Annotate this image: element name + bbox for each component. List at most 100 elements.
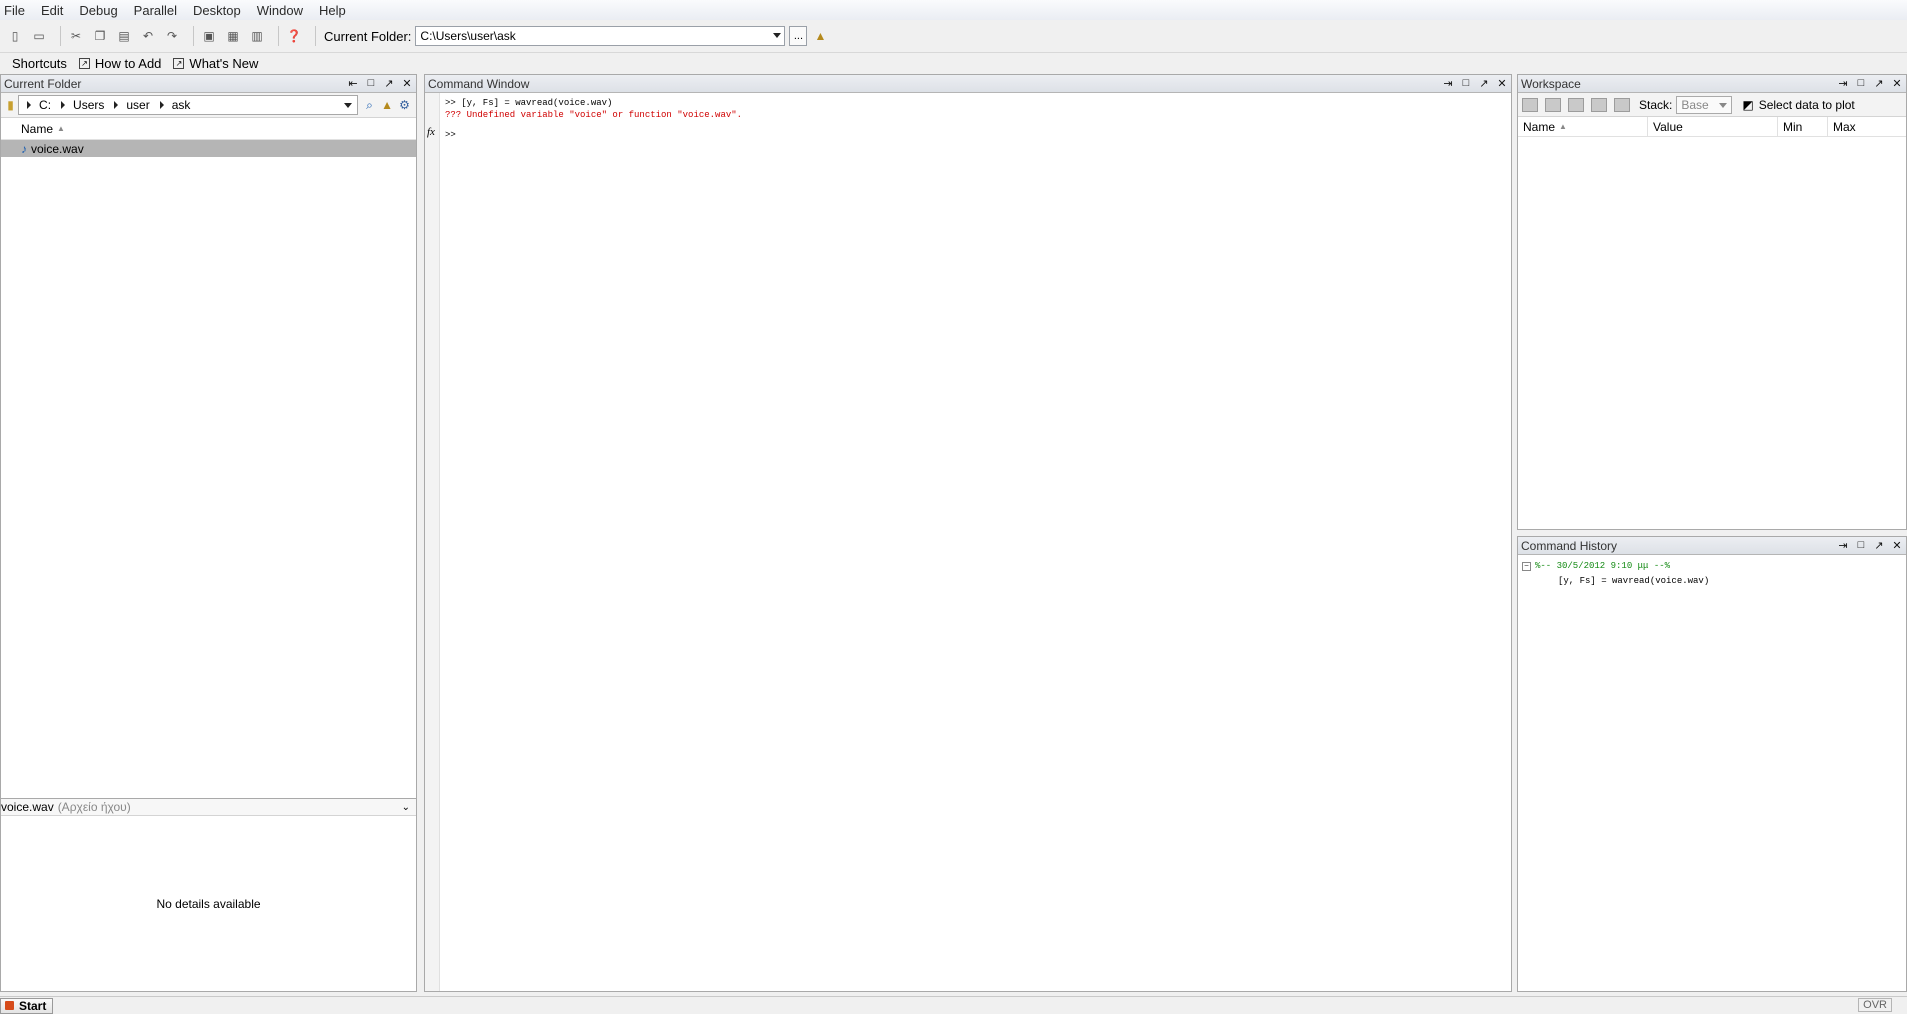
select-data-to-plot-button[interactable]: ◩ Select data to plot [1742, 98, 1854, 112]
stack-value: Base [1681, 97, 1709, 112]
command-prompt[interactable]: >> [445, 129, 742, 141]
command-history-titlebar: Command History ⇥ □ ↗ ✕ [1518, 537, 1906, 555]
toolbar-separator [193, 26, 194, 46]
folder-up-icon[interactable]: ▲ [811, 27, 829, 45]
folder-up-icon[interactable]: ▲ [381, 96, 393, 114]
details-type: (Αρχείο ήχου) [57, 800, 131, 814]
chevron-down-icon[interactable]: ⌄ [402, 802, 410, 813]
maximize-icon[interactable]: □ [1461, 77, 1471, 90]
current-folder-titlebar: Current Folder ⇤ □ ↗ ✕ [1, 75, 416, 93]
dock-icon[interactable]: ⇥ [1443, 77, 1453, 90]
dock-icon[interactable]: ⇥ [1838, 77, 1848, 90]
external-link-icon: ↗ [78, 57, 90, 69]
undock-icon[interactable]: ↗ [1874, 77, 1884, 90]
paste-icon[interactable]: ▤ [115, 27, 133, 45]
open-folder-icon[interactable]: ▭ [30, 27, 48, 45]
breadcrumb-segment[interactable]: user [126, 98, 149, 112]
workspace-titlebar: Workspace ⇥ □ ↗ ✕ [1518, 75, 1906, 93]
collapse-icon[interactable]: − [1522, 562, 1531, 571]
delete-variable-icon[interactable] [1614, 97, 1630, 112]
menu-file[interactable]: File [0, 3, 31, 18]
path-breadcrumb[interactable]: C: Users user ask [18, 95, 359, 115]
undock-icon[interactable]: ↗ [1479, 77, 1489, 90]
how-to-add-label: How to Add [94, 55, 162, 71]
shortcuts-bar: Shortcuts ↗ How to Add ↗ What's New [0, 53, 1907, 73]
current-folder-path: C:\Users\user\ask [420, 29, 516, 43]
panel-title: Current Folder [4, 76, 82, 91]
chevron-down-icon[interactable] [773, 33, 782, 38]
close-icon[interactable]: ✕ [1892, 539, 1902, 552]
history-session[interactable]: − %-- 30/5/2012 9:10 μμ --% [1522, 559, 1709, 574]
current-folder-panel: Current Folder ⇤ □ ↗ ✕ ▮ C: Users user a… [0, 74, 417, 992]
save-workspace-icon[interactable] [1591, 97, 1607, 112]
stack-label: Stack: [1639, 97, 1673, 112]
name-column-header[interactable]: Name ▲ [1, 118, 416, 140]
column-min[interactable]: Min [1778, 117, 1828, 136]
breadcrumb-segment[interactable]: C: [39, 98, 51, 112]
undock-icon[interactable]: ↗ [1874, 539, 1884, 552]
browse-folder-button[interactable]: ... [789, 26, 808, 46]
menu-parallel[interactable]: Parallel [130, 3, 183, 18]
audio-file-icon: ♪ [21, 141, 27, 156]
column-value[interactable]: Value [1648, 117, 1778, 136]
current-folder-combo[interactable]: C:\Users\user\ask [415, 26, 786, 46]
command-gutter: fx [425, 93, 440, 991]
redo-icon[interactable]: ↷ [163, 27, 181, 45]
folder-icon: ▮ [7, 98, 14, 112]
how-to-add-link[interactable]: ↗ How to Add [78, 55, 162, 71]
import-data-icon[interactable] [1568, 97, 1584, 112]
dock-icon[interactable]: ⇤ [348, 77, 358, 90]
menu-debug[interactable]: Debug [75, 3, 123, 18]
status-bar: Start OVR [0, 996, 1907, 1014]
whats-new-link[interactable]: ↗ What's New [173, 56, 258, 71]
plot-label: Select data to plot [1758, 97, 1855, 112]
workspace-toolbar: Stack: Base ◩ Select data to plot [1518, 93, 1906, 117]
details-empty: No details available [156, 896, 261, 911]
menu-help[interactable]: Help [315, 3, 352, 18]
breadcrumb-segment[interactable]: Users [73, 98, 104, 112]
close-icon[interactable]: ✕ [402, 77, 412, 90]
toolbar-separator [60, 26, 61, 46]
column-max[interactable]: Max [1828, 117, 1906, 136]
address-bar: ▮ C: Users user ask ⌕ ▲ ⚙ [1, 93, 416, 118]
help-icon[interactable]: ❓ [285, 27, 303, 45]
close-icon[interactable]: ✕ [1497, 77, 1507, 90]
ovr-indicator: OVR [1858, 998, 1892, 1012]
maximize-icon[interactable]: □ [1856, 539, 1866, 552]
dock-icon[interactable]: ⇥ [1838, 539, 1848, 552]
plot-icon: ◩ [1742, 97, 1754, 112]
maximize-icon[interactable]: □ [366, 77, 376, 90]
undo-icon[interactable]: ↶ [139, 27, 157, 45]
copy-icon[interactable]: ❐ [91, 27, 109, 45]
stack-select[interactable]: Base [1676, 95, 1733, 114]
breadcrumb-segment[interactable]: ask [172, 98, 191, 112]
function-browser-icon[interactable]: fx [427, 126, 435, 138]
new-variable-icon[interactable] [1522, 97, 1538, 112]
menu-desktop[interactable]: Desktop [189, 3, 247, 18]
column-name: Name [21, 121, 54, 136]
profiler-icon[interactable]: ▥ [248, 27, 266, 45]
gear-icon[interactable]: ⚙ [399, 96, 410, 114]
start-button[interactable]: Start [0, 997, 54, 1014]
menu-bar: File Edit Debug Parallel Desktop Window … [0, 0, 1907, 20]
command-history-panel: Command History ⇥ □ ↗ ✕ − %-- 30/5/2012 … [1517, 536, 1907, 992]
open-variable-icon[interactable] [1545, 97, 1561, 112]
search-icon[interactable]: ⌕ [364, 96, 375, 114]
chevron-down-icon[interactable] [344, 103, 353, 108]
menu-edit[interactable]: Edit [37, 3, 69, 18]
cut-icon[interactable]: ✂ [67, 27, 85, 45]
menu-window[interactable]: Window [253, 3, 309, 18]
close-icon[interactable]: ✕ [1892, 77, 1902, 90]
new-file-icon[interactable]: ▯ [6, 27, 24, 45]
undock-icon[interactable]: ↗ [384, 77, 394, 90]
guide-icon[interactable]: ▦ [224, 27, 242, 45]
maximize-icon[interactable]: □ [1856, 77, 1866, 90]
history-item[interactable]: [y, Fs] = wavread(voice.wav) [1522, 574, 1709, 589]
command-window-panel[interactable]: Command Window ⇥ □ ↗ ✕ fx >> [y, Fs] = w… [424, 74, 1512, 992]
shortcuts-button[interactable]: Shortcuts [12, 56, 67, 71]
column-name[interactable]: Name ▲ [1518, 117, 1648, 136]
simulink-icon[interactable]: ▣ [200, 27, 218, 45]
chevron-down-icon [1719, 102, 1728, 108]
details-header[interactable]: voice.wav (Αρχείο ήχου) ⌄ [1, 798, 416, 816]
file-row[interactable]: ♪ voice.wav [1, 140, 416, 157]
